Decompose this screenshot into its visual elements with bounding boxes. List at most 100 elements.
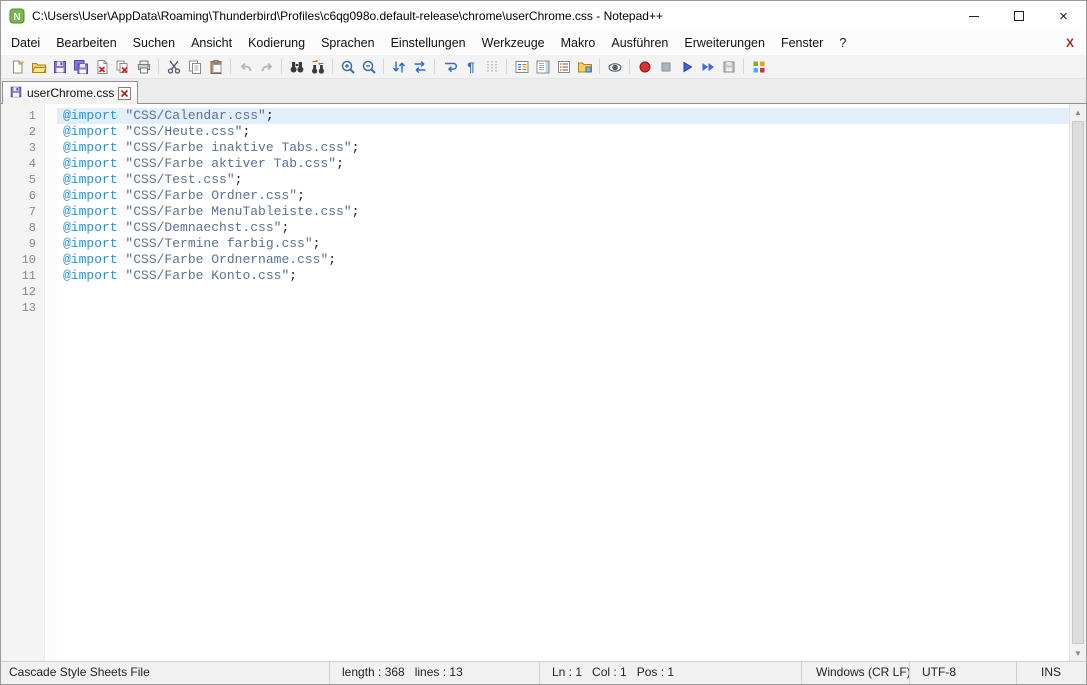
code-line[interactable]: @import "CSS/Calendar.css"; xyxy=(57,108,1069,124)
menu-kodierung[interactable]: Kodierung xyxy=(240,31,313,55)
close-button[interactable] xyxy=(91,56,112,77)
menu-sprachen[interactable]: Sprachen xyxy=(313,31,383,55)
document-map-button[interactable] xyxy=(532,56,553,77)
line-number: 7 xyxy=(1,204,44,220)
folder-as-workspace-button[interactable] xyxy=(574,56,595,77)
line-number: 4 xyxy=(1,156,44,172)
vertical-scrollbar[interactable]: ▲ ▼ xyxy=(1069,104,1086,661)
scroll-down-icon[interactable]: ▼ xyxy=(1070,645,1086,661)
svg-text:¶: ¶ xyxy=(467,59,474,74)
bookmark-margin[interactable] xyxy=(45,104,57,661)
menu-ausfhren[interactable]: Ausführen xyxy=(603,31,676,55)
menu-bar: DateiBearbeitenSuchenAnsichtKodierungSpr… xyxy=(1,31,1086,55)
sync-horizontal-button[interactable] xyxy=(409,56,430,77)
tab-label: userChrome.css xyxy=(27,86,114,100)
line-number: 13 xyxy=(1,300,44,316)
menu-suchen[interactable]: Suchen xyxy=(125,31,183,55)
menu-werkzeuge[interactable]: Werkzeuge xyxy=(474,31,553,55)
toolbar-separator xyxy=(506,59,507,74)
zoom-out-button[interactable] xyxy=(358,56,379,77)
menu-fenster[interactable]: Fenster xyxy=(773,31,831,55)
code-line[interactable]: @import "CSS/Demnaechst.css"; xyxy=(57,220,1069,236)
code-line[interactable]: @import "CSS/Farbe Ordnername.css"; xyxy=(57,252,1069,268)
toolbar-separator xyxy=(434,59,435,74)
menu-bearbeiten[interactable]: Bearbeiten xyxy=(48,31,124,55)
word-wrap-button[interactable] xyxy=(439,56,460,77)
close-button[interactable]: × xyxy=(1041,1,1086,31)
line-number: 12 xyxy=(1,284,44,300)
redo-button[interactable] xyxy=(256,56,277,77)
minimize-button[interactable] xyxy=(951,1,996,31)
file-monitoring-button[interactable] xyxy=(604,56,625,77)
new-file-button[interactable] xyxy=(7,56,28,77)
stop-recording-button[interactable] xyxy=(655,56,676,77)
open-file-button[interactable] xyxy=(28,56,49,77)
status-insert-mode: INS xyxy=(1016,662,1086,684)
tab-userchrome-css[interactable]: userChrome.css xyxy=(2,81,138,104)
code-line[interactable] xyxy=(57,300,1069,316)
copy-button[interactable] xyxy=(184,56,205,77)
menu-help[interactable]: ? xyxy=(831,31,854,55)
line-number: 10 xyxy=(1,252,44,268)
code-line[interactable]: @import "CSS/Termine farbig.css"; xyxy=(57,236,1069,252)
print-button[interactable] xyxy=(133,56,154,77)
record-macro-button[interactable] xyxy=(634,56,655,77)
code-line[interactable]: @import "CSS/Test.css"; xyxy=(57,172,1069,188)
toolbar-separator xyxy=(230,59,231,74)
toolbar-separator xyxy=(743,59,744,74)
close-all-button[interactable] xyxy=(112,56,133,77)
status-cursor-position: Ln : 1 Col : 1 Pos : 1 xyxy=(539,662,801,684)
svg-text:N: N xyxy=(13,12,20,23)
minimize-icon xyxy=(969,16,979,17)
tab-close-icon[interactable] xyxy=(118,87,131,100)
indent-guide-button[interactable] xyxy=(481,56,502,77)
line-number: 8 xyxy=(1,220,44,236)
plugin-button[interactable] xyxy=(748,56,769,77)
line-number: 9 xyxy=(1,236,44,252)
toolbar-separator xyxy=(332,59,333,74)
save-button[interactable] xyxy=(49,56,70,77)
function-list-button[interactable] xyxy=(511,56,532,77)
maximize-button[interactable] xyxy=(996,1,1041,31)
code-area[interactable]: @import "CSS/Calendar.css";@import "CSS/… xyxy=(57,104,1069,661)
menu-ansicht[interactable]: Ansicht xyxy=(183,31,240,55)
notepadpp-window: N C:\Users\User\AppData\Roaming\Thunderb… xyxy=(0,0,1087,685)
line-number-gutter: 12345678910111213 xyxy=(1,104,45,661)
document-list-button[interactable] xyxy=(553,56,574,77)
code-line[interactable]: @import "CSS/Farbe Ordner.css"; xyxy=(57,188,1069,204)
code-line[interactable]: @import "CSS/Heute.css"; xyxy=(57,124,1069,140)
show-all-characters-button[interactable]: ¶ xyxy=(460,56,481,77)
line-number: 1 xyxy=(1,108,44,124)
menu-close-document-button[interactable]: X xyxy=(1066,36,1074,50)
cut-button[interactable] xyxy=(163,56,184,77)
toolbar: ¶ xyxy=(1,55,1086,79)
paste-button[interactable] xyxy=(205,56,226,77)
code-line[interactable]: @import "CSS/Farbe inaktive Tabs.css"; xyxy=(57,140,1069,156)
save-macro-button[interactable] xyxy=(718,56,739,77)
menu-makro[interactable]: Makro xyxy=(553,31,604,55)
line-number: 11 xyxy=(1,268,44,284)
undo-button[interactable] xyxy=(235,56,256,77)
find-button[interactable] xyxy=(286,56,307,77)
zoom-in-button[interactable] xyxy=(337,56,358,77)
scrollbar-thumb[interactable] xyxy=(1072,121,1084,644)
line-number: 5 xyxy=(1,172,44,188)
menu-datei[interactable]: Datei xyxy=(3,31,48,55)
toolbar-separator xyxy=(629,59,630,74)
code-line[interactable]: @import "CSS/Farbe aktiver Tab.css"; xyxy=(57,156,1069,172)
code-line[interactable]: @import "CSS/Farbe Konto.css"; xyxy=(57,268,1069,284)
run-macro-multiple-button[interactable] xyxy=(697,56,718,77)
tab-bar: userChrome.css xyxy=(1,79,1086,104)
title-bar: N C:\Users\User\AppData\Roaming\Thunderb… xyxy=(1,1,1086,31)
line-number: 6 xyxy=(1,188,44,204)
menu-erweiterungen[interactable]: Erweiterungen xyxy=(676,31,773,55)
scroll-up-icon[interactable]: ▲ xyxy=(1070,104,1086,120)
status-encoding: UTF-8 xyxy=(909,662,1016,684)
menu-einstellungen[interactable]: Einstellungen xyxy=(383,31,474,55)
playback-macro-button[interactable] xyxy=(676,56,697,77)
replace-button[interactable] xyxy=(307,56,328,77)
code-line[interactable] xyxy=(57,284,1069,300)
code-line[interactable]: @import "CSS/Farbe MenuTableiste.css"; xyxy=(57,204,1069,220)
sync-vertical-button[interactable] xyxy=(388,56,409,77)
save-all-button[interactable] xyxy=(70,56,91,77)
